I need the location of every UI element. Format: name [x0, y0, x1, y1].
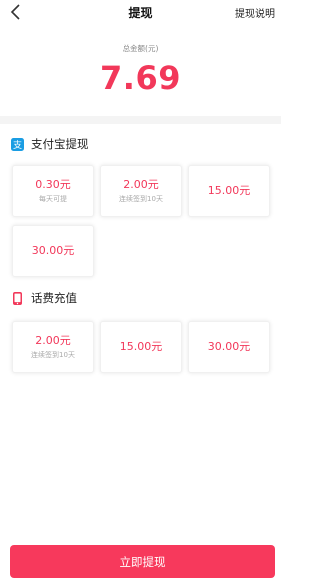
phone-recharge-section-title: 话费充值 — [31, 291, 77, 305]
phone-recharge-option-card[interactable]: 30.00元 — [188, 321, 270, 373]
total-amount-value: 7.69 — [100, 59, 181, 97]
total-amount-label: 总金额(元) — [122, 44, 159, 53]
nav-bar: 提现 提现说明 — [0, 0, 281, 26]
alipay-section-title: 支付宝提现 — [31, 137, 89, 151]
alipay-icon: 支 — [11, 137, 24, 151]
option-amount: 2.00元 — [35, 334, 71, 347]
phone-recharge-option-card[interactable]: 2.00元 连续签到10天 — [12, 321, 94, 373]
option-amount: 0.30元 — [35, 178, 71, 191]
withdraw-now-button[interactable]: 立即提现 — [10, 545, 275, 578]
alipay-option-card[interactable]: 30.00元 — [12, 225, 94, 277]
section-divider — [0, 116, 281, 124]
option-note: 连续签到10天 — [119, 195, 163, 203]
withdraw-help-link[interactable]: 提现说明 — [235, 5, 275, 20]
phone-icon — [13, 291, 22, 305]
balance-summary: 总金额(元) 7.69 — [0, 26, 281, 116]
alipay-option-card[interactable]: 0.30元 每天可提 — [12, 165, 94, 217]
option-amount: 30.00元 — [31, 244, 75, 257]
option-note: 连续签到10天 — [31, 351, 75, 359]
option-amount: 2.00元 — [123, 178, 159, 191]
option-note: 每天可提 — [39, 195, 67, 203]
svg-text:支: 支 — [13, 139, 22, 151]
alipay-option-card[interactable]: 2.00元 连续签到10天 — [100, 165, 182, 217]
phone-recharge-option-card[interactable]: 15.00元 — [100, 321, 182, 373]
option-amount: 30.00元 — [207, 340, 251, 353]
alipay-section-header: 支 支付宝提现 — [11, 136, 89, 152]
option-amount: 15.00元 — [119, 340, 163, 353]
phone-recharge-section-header: 话费充值 — [11, 290, 77, 306]
option-amount: 15.00元 — [207, 184, 251, 197]
alipay-option-card[interactable]: 15.00元 — [188, 165, 270, 217]
